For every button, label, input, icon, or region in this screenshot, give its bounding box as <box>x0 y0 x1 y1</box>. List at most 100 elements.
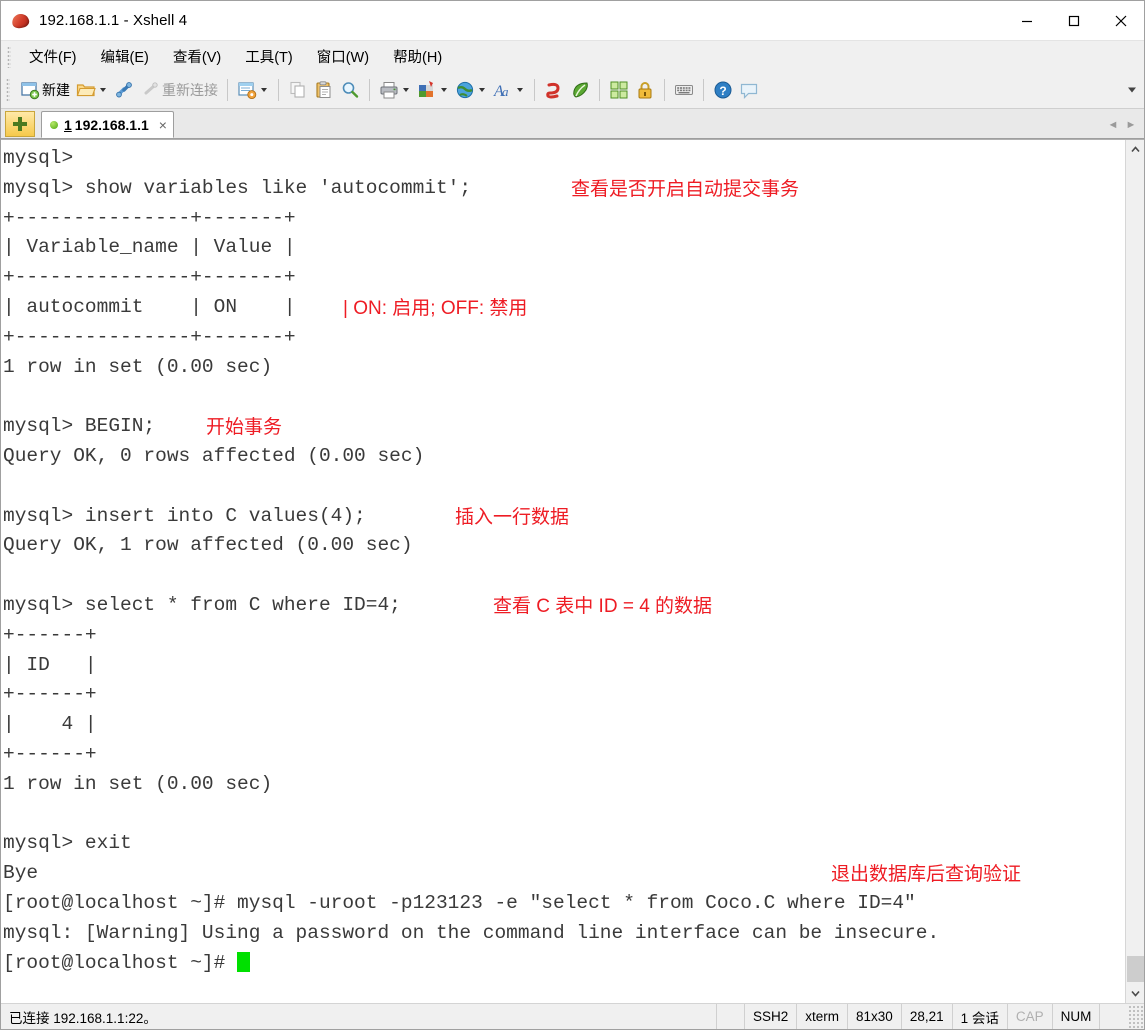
session-tab[interactable]: 1 192.168.1.1 × <box>41 111 174 138</box>
xshell-button[interactable] <box>541 76 567 104</box>
terminal-line: 1 row in set (0.00 sec) <box>3 770 1125 800</box>
print-button[interactable] <box>376 76 414 104</box>
terminal-line-text: mysql> show variables like 'autocommit'; <box>3 176 472 199</box>
menu-drag-grip[interactable] <box>7 45 11 68</box>
scroll-up-button[interactable] <box>1125 140 1144 159</box>
terminal-line: mysql> show variables like 'autocommit';… <box>3 174 1125 204</box>
terminal-scrollbar[interactable] <box>1125 140 1144 1003</box>
menu-file[interactable]: 文件(F) <box>19 43 87 71</box>
web-caret-icon[interactable] <box>479 88 485 92</box>
properties-caret-icon[interactable] <box>261 88 267 92</box>
status-size: 81x30 <box>848 1004 902 1029</box>
window-controls <box>1003 1 1144 40</box>
terminal-line: mysql: [Warning] Using a password on the… <box>3 919 1125 949</box>
toolbar-separator-5 <box>599 79 600 101</box>
font-icon: A a <box>493 80 513 100</box>
terminal-line-text: +---------------+-------+ <box>3 325 296 348</box>
terminal-line: 1 row in set (0.00 sec) <box>3 353 1125 383</box>
scroll-down-button[interactable] <box>1125 984 1144 1003</box>
toolbar-separator-7 <box>703 79 704 101</box>
toolbar-overflow-icon[interactable] <box>1128 87 1136 93</box>
tab-scroll-left-icon[interactable]: ◄ <box>1104 115 1122 135</box>
terminal-annotation: 插入一行数据 <box>455 506 570 528</box>
paste-button[interactable] <box>311 76 337 104</box>
terminal-line-text: Bye <box>3 862 39 885</box>
terminal-line-text: mysql> <box>3 147 74 169</box>
terminal-line-text: +---------------+-------+ <box>3 206 296 229</box>
terminal-line: mysql> select * from C where ID=4; 查看 C 表… <box>3 591 1125 621</box>
terminal-line-text: [root@localhost ~]# mysql -uroot -p12312… <box>3 891 916 914</box>
web-button[interactable] <box>452 76 490 104</box>
menu-edit[interactable]: 编辑(E) <box>91 43 159 71</box>
terminal-line: +---------------+-------+ <box>3 323 1125 353</box>
printer-icon <box>379 80 399 100</box>
xshell-window: 192.168.1.1 - Xshell 4 文件(F) 编辑(E) 查看(V)… <box>0 0 1145 1030</box>
properties-icon <box>237 80 257 100</box>
terminal-line: +------+ <box>3 621 1125 651</box>
scrollbar-track[interactable] <box>1126 159 1145 984</box>
toolbar-separator-1 <box>227 79 228 101</box>
terminal-line: +---------------+-------+ <box>3 263 1125 293</box>
tab-scroll-right-icon[interactable]: ► <box>1122 115 1140 135</box>
print-caret-icon[interactable] <box>403 88 409 92</box>
color-scheme-button[interactable] <box>414 76 452 104</box>
open-folder-caret-icon[interactable] <box>100 88 106 92</box>
terminal-line-text: | 4 | <box>3 713 97 736</box>
arrange-windows-button[interactable] <box>606 76 632 104</box>
find-button[interactable] <box>337 76 363 104</box>
reconnect-label: 重新连接 <box>162 82 218 98</box>
maximize-button[interactable] <box>1050 1 1097 40</box>
menu-window[interactable]: 窗口(W) <box>307 43 379 71</box>
scrollbar-thumb[interactable] <box>1126 956 1144 982</box>
connect-button[interactable] <box>111 76 137 104</box>
feedback-button[interactable] <box>736 76 762 104</box>
terminal-line-text: +---------------+-------+ <box>3 266 296 289</box>
resize-grip-icon[interactable] <box>1128 1004 1144 1029</box>
xftp-button[interactable] <box>567 76 593 104</box>
terminal-line: Query OK, 1 row affected (0.00 sec) <box>3 531 1125 561</box>
lock-icon <box>635 80 655 100</box>
folder-icon <box>76 80 96 100</box>
keyboard-button[interactable] <box>671 76 697 104</box>
toolbar-drag-grip[interactable] <box>6 78 10 102</box>
svg-text:?: ? <box>719 84 726 98</box>
toolbar: 新建 重新连接 A a ? <box>1 72 1144 109</box>
menu-help[interactable]: 帮助(H) <box>383 43 452 71</box>
copy-button <box>285 76 311 104</box>
session-properties-button[interactable] <box>234 76 272 104</box>
terminal-line-text: | autocommit | ON | <box>3 295 296 318</box>
status-protocol: SSH2 <box>745 1004 798 1029</box>
help-button[interactable]: ? <box>710 76 736 104</box>
minimize-button[interactable] <box>1003 1 1050 40</box>
terminal-annotation: | ON: 启用; OFF: 禁用 <box>343 297 528 319</box>
new-session-label: 新建 <box>42 82 70 98</box>
new-tab-button[interactable] <box>5 111 35 137</box>
terminal-annotation: 查看是否开启自动提交事务 <box>571 178 800 200</box>
search-icon <box>340 80 360 100</box>
toolbar-separator-6 <box>664 79 665 101</box>
tile-windows-icon <box>609 80 629 100</box>
close-button[interactable] <box>1097 1 1144 40</box>
status-num-lock: NUM <box>1053 1004 1101 1029</box>
tab-bar: 1 192.168.1.1 × ◄ ► <box>1 109 1144 139</box>
terminal-annotation: 退出数据库后查询验证 <box>831 864 1022 886</box>
font-caret-icon[interactable] <box>517 88 523 92</box>
open-folder-button[interactable] <box>73 76 111 104</box>
terminal-line-text: +------+ <box>3 683 97 706</box>
menu-tools[interactable]: 工具(T) <box>235 43 303 71</box>
terminal-line-text: [root@localhost ~]# <box>3 951 238 974</box>
terminal-line-text: Query OK, 1 row affected (0.00 sec) <box>3 534 413 557</box>
menu-view[interactable]: 查看(V) <box>163 43 231 71</box>
terminal-output[interactable]: mysql> mysql> show variables like 'autoco… <box>1 140 1125 1003</box>
font-button[interactable]: A a <box>490 76 528 104</box>
tab-close-icon[interactable]: × <box>159 118 167 132</box>
terminal-line: | 4 | <box>3 710 1125 740</box>
color-scheme-caret-icon[interactable] <box>441 88 447 92</box>
terminal-line: mysql> exit <box>3 829 1125 859</box>
lock-button[interactable] <box>632 76 658 104</box>
terminal-area: mysql> mysql> show variables like 'autoco… <box>1 139 1144 1003</box>
new-session-button[interactable]: 新建 <box>17 76 73 104</box>
xftp-leaf-icon <box>570 80 590 100</box>
